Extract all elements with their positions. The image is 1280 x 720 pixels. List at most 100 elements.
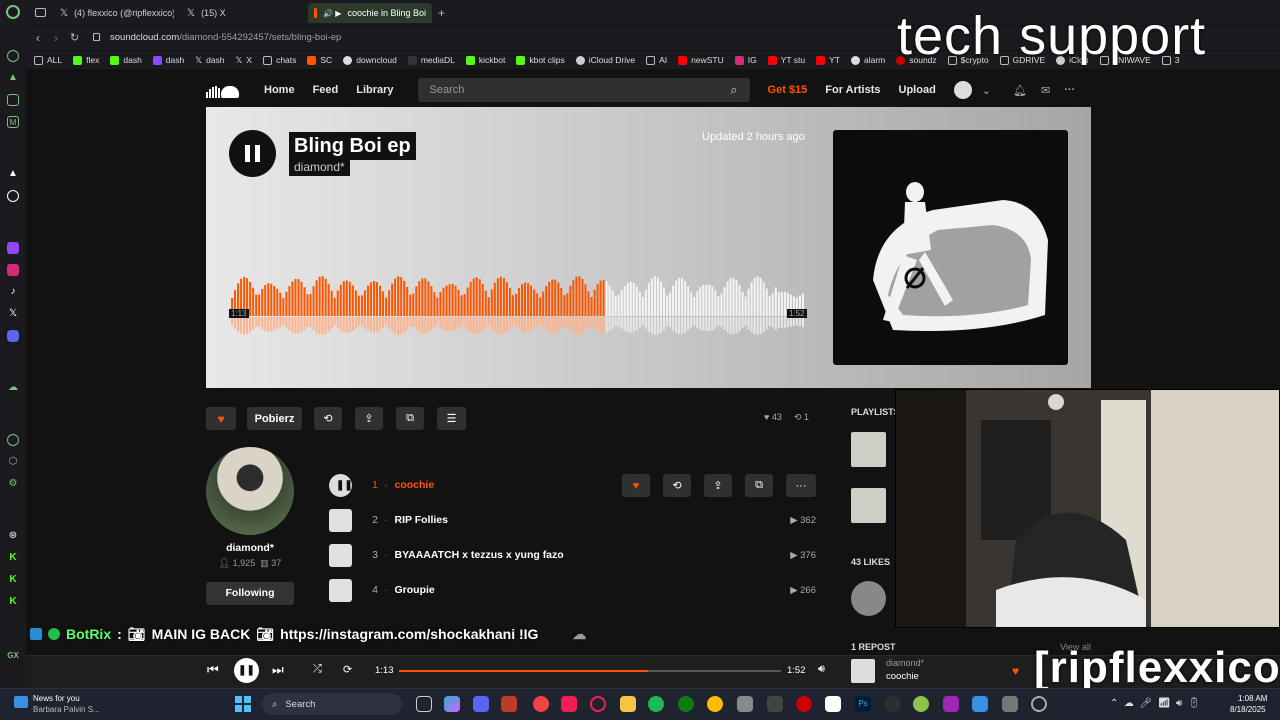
url-field[interactable]: soundcloud.com/diamond-554292457/sets/bl… xyxy=(110,29,870,47)
kick-icon[interactable]: K xyxy=(7,552,19,564)
track-like-button[interactable]: ♥ xyxy=(622,474,650,497)
bookmark-item[interactable]: dash xyxy=(110,55,142,65)
clock-date[interactable]: 8/18/2025 xyxy=(1230,705,1266,714)
arc-icon[interactable]: ▲ xyxy=(7,168,19,180)
user-name[interactable]: diamond* xyxy=(206,542,294,554)
tab-soundcloud[interactable]: 🔊 ▶ coochie in Bling Boi xyxy=(308,3,432,23)
volume-icon[interactable]: 🔊︎ xyxy=(818,663,825,676)
pause-button[interactable] xyxy=(229,130,276,177)
clock-time[interactable]: 1:08 AM xyxy=(1238,694,1267,703)
notifications-icon[interactable]: 🔔︎ xyxy=(1013,84,1027,97)
app-icon[interactable] xyxy=(501,696,517,712)
nav-library[interactable]: Library xyxy=(356,84,393,96)
bookmark-item[interactable]: downcloud xyxy=(343,55,397,65)
record-icon[interactable] xyxy=(796,696,812,712)
app-icon[interactable] xyxy=(943,696,959,712)
history-icon[interactable] xyxy=(7,434,19,446)
bookmark-item[interactable]: alarm xyxy=(850,55,885,65)
track-title[interactable]: Groupie xyxy=(395,584,791,596)
track-title[interactable]: BYAAAATCH x tezzus x yung fazo xyxy=(395,549,791,561)
user-avatar[interactable] xyxy=(206,447,294,535)
obs-icon[interactable] xyxy=(885,696,901,712)
chatgpt-icon[interactable] xyxy=(7,190,19,202)
repeat-icon[interactable]: ⟳ xyxy=(343,663,352,676)
chevron-down-icon[interactable]: ⌄ xyxy=(982,84,991,97)
upload-link[interactable]: Upload xyxy=(899,84,936,96)
notepad-icon[interactable] xyxy=(972,696,988,712)
taskbar-search[interactable]: ⌕ Search xyxy=(262,693,402,715)
bookmark-item[interactable]: kbot clips xyxy=(516,55,565,65)
bookmark-item[interactable]: 𝕏X xyxy=(236,55,253,66)
nav-feed[interactable]: Feed xyxy=(313,84,339,96)
discord-icon[interactable] xyxy=(7,330,19,342)
instagram-icon[interactable] xyxy=(7,264,19,276)
new-tab-button[interactable]: + xyxy=(438,6,445,20)
now-playing-artist[interactable]: diamond* xyxy=(886,658,924,668)
settings-icon[interactable] xyxy=(1031,696,1047,712)
nav-home[interactable]: Home xyxy=(264,84,295,96)
following-button[interactable]: Following xyxy=(206,582,294,605)
tray-icons[interactable]: ⌃ ☁ 🎤︎ 📶︎ 🔊︎ 🔋︎ xyxy=(1110,698,1201,709)
kick-icon[interactable]: K xyxy=(7,574,19,586)
like-button[interactable]: ♥ xyxy=(206,407,236,430)
waveform[interactable] xyxy=(231,264,805,344)
track-row[interactable]: 3 · BYAAAATCH x tezzus x yung fazo ▶ 376 xyxy=(329,542,816,568)
player-pause-button[interactable]: ❚❚ xyxy=(234,658,259,683)
bookmark-item[interactable]: YT stu xyxy=(767,55,805,65)
download-button[interactable]: Pobierz xyxy=(247,407,302,430)
capcut-icon[interactable] xyxy=(825,696,841,712)
copy-link-button[interactable]: ⧉ xyxy=(396,407,424,430)
app-icon[interactable] xyxy=(737,696,753,712)
wallet-icon[interactable] xyxy=(7,94,19,106)
file-explorer-icon[interactable] xyxy=(620,696,636,712)
sidebar-like-avatar[interactable] xyxy=(851,581,886,616)
repost-button[interactable]: ⟲ xyxy=(314,407,342,430)
chrome-icon[interactable] xyxy=(707,696,723,712)
tab-x[interactable]: 𝕏 (15) X xyxy=(181,3,301,23)
app-icon[interactable] xyxy=(1002,696,1018,712)
now-playing-artwork[interactable] xyxy=(851,659,875,683)
track-more-button[interactable]: ··· xyxy=(786,474,816,497)
speed-dial-icon[interactable] xyxy=(7,50,19,62)
bookmark-item[interactable]: kickbot xyxy=(465,55,505,65)
for-artists-link[interactable]: For Artists xyxy=(825,84,880,96)
share-button[interactable]: ⇪ xyxy=(355,407,383,430)
bookmark-item[interactable]: newSTU xyxy=(678,55,724,65)
more-icon[interactable]: ··· xyxy=(1064,84,1075,96)
news-widget-icon[interactable] xyxy=(14,696,28,708)
messages-icon[interactable]: ✉ xyxy=(1041,84,1050,97)
get-pro-link[interactable]: Get $15 xyxy=(768,84,808,96)
opera-logo-icon[interactable] xyxy=(6,5,20,19)
heart-icon[interactable]: ♥ xyxy=(1012,664,1019,678)
kick-icon[interactable]: K xyxy=(7,596,19,608)
add-to-queue-button[interactable]: ☰ xyxy=(437,407,466,430)
m-icon[interactable]: M xyxy=(7,116,19,128)
extensions-icon[interactable]: ⬡ xyxy=(7,456,19,468)
shuffle-icon[interactable]: ⤮ xyxy=(313,663,322,676)
bookmark-item[interactable]: flex xyxy=(73,55,99,65)
app-icon[interactable] xyxy=(767,696,783,712)
tab-manager-icon[interactable] xyxy=(35,8,46,17)
forward-icon[interactable]: › xyxy=(54,31,58,45)
bookmark-item[interactable]: YT xyxy=(816,55,840,65)
task-view-icon[interactable] xyxy=(416,696,432,712)
sidebar-playlist-thumb[interactable] xyxy=(851,432,886,467)
opera-gx-icon[interactable] xyxy=(590,696,606,712)
reload-icon[interactable]: ↻ xyxy=(70,31,79,44)
tiktok-icon[interactable] xyxy=(561,696,577,712)
twitch-icon[interactable] xyxy=(7,242,19,254)
gx-icon[interactable]: GX xyxy=(7,650,19,662)
soundcloud-icon[interactable]: ☁ xyxy=(7,382,19,394)
track-title[interactable]: RIP Follies xyxy=(395,514,791,526)
bookmark-item[interactable]: mediaDL xyxy=(407,55,455,65)
now-playing-title[interactable]: coochie xyxy=(886,671,919,682)
search-input[interactable]: Search ⌕ xyxy=(417,78,750,102)
avatar[interactable] xyxy=(953,81,972,99)
news-widget-title[interactable]: News for you xyxy=(33,694,80,703)
soundcloud-logo-icon[interactable] xyxy=(206,82,242,98)
sidebar-playlist-thumb[interactable] xyxy=(851,488,886,523)
bookmark-item[interactable]: 𝕏dash xyxy=(195,55,224,66)
track-share-button[interactable]: ⇪ xyxy=(704,474,732,497)
ai-icon[interactable]: ▲ xyxy=(7,72,19,84)
xbox-icon[interactable] xyxy=(678,696,694,712)
